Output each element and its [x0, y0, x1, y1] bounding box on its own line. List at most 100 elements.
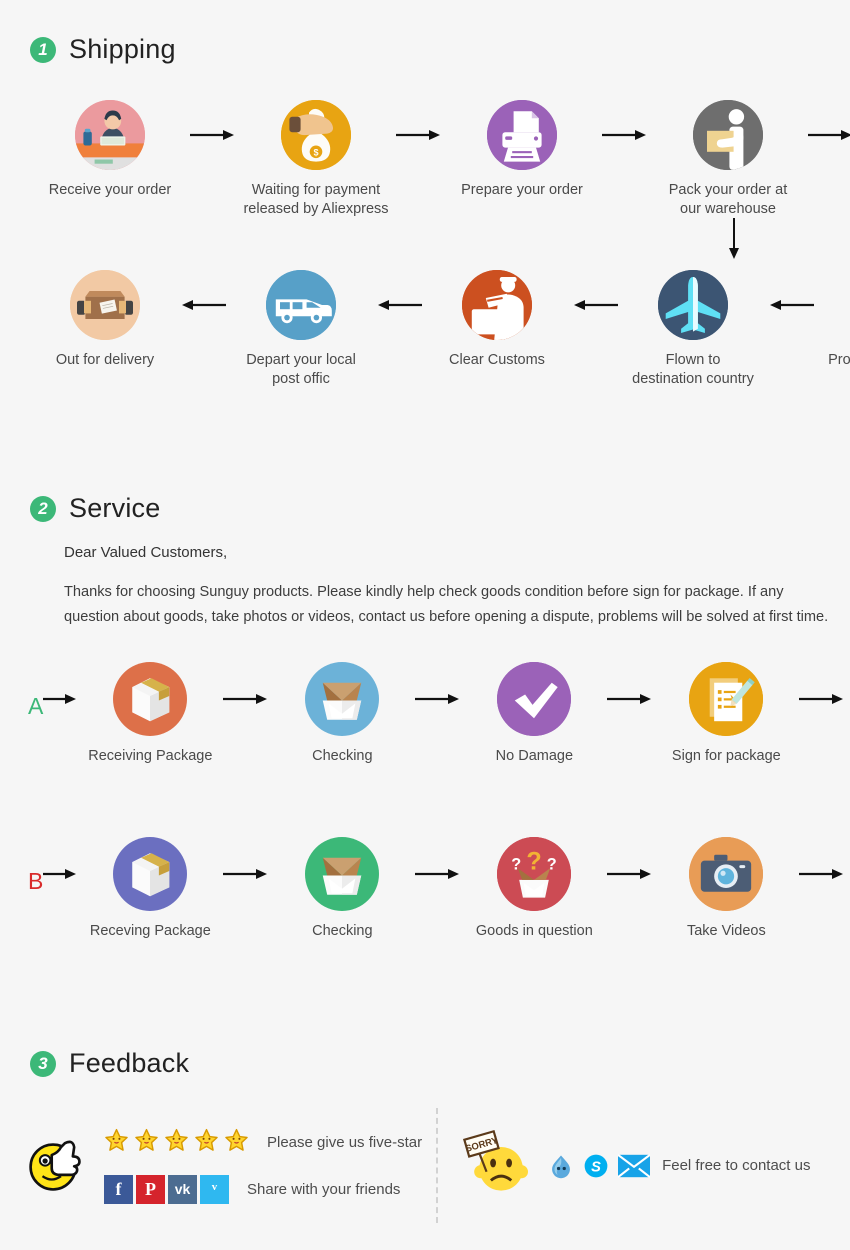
star-icon[interactable] — [134, 1128, 159, 1158]
svg-text:?: ? — [512, 856, 522, 874]
pinterest-share-icon[interactable]: P — [136, 1174, 165, 1204]
vk-share-icon[interactable]: vk — [168, 1174, 197, 1204]
star-rating[interactable] — [104, 1128, 249, 1158]
section-number-badge: 3 — [30, 1050, 56, 1077]
flow-arrow-right — [43, 837, 77, 911]
camera-icon — [689, 837, 764, 911]
flow-step-label: No Damage — [495, 748, 574, 764]
flow-step: No Damage — [461, 662, 607, 766]
flow-arrow-right — [223, 662, 269, 736]
product-description-page: 1 Shipping Receive your order $ Waiting … — [0, 0, 850, 1250]
open-parcel-icon — [70, 270, 140, 340]
page-title-shipping: Shipping — [69, 34, 176, 64]
feedback-positive-block: Please give us five-star f Pvk ᵛ Share wit… — [24, 1128, 422, 1204]
flow-arrow-right — [799, 837, 845, 911]
service-salutation: Dear Valued Customers, — [64, 544, 228, 561]
flow-row-letter: B — [28, 867, 44, 894]
flow-step: Out for delivery — [30, 270, 180, 370]
flow-step: Receive your order — [30, 100, 190, 200]
hand-money-bag-icon: $ — [281, 100, 351, 170]
winking-thumbs-up-emoji-icon — [24, 1130, 90, 1201]
signed-document-icon — [689, 662, 764, 736]
svg-text:?: ? — [547, 856, 557, 874]
page-title-service: Service — [69, 493, 161, 523]
flow-arrow-left — [572, 270, 618, 340]
printer-icon — [487, 100, 557, 170]
contact-icons[interactable]: S — [548, 1153, 651, 1179]
flow-step: ? ? ? Goods in question — [461, 837, 607, 941]
feedback-divider — [436, 1108, 439, 1223]
customs-officer-icon — [462, 270, 532, 340]
feedback-contact-block: SORRY S Feel free to contact us — [456, 1125, 811, 1206]
service-note-text: Thanks for choosing Sunguy products. Ple… — [64, 584, 829, 625]
packing-worker-icon — [693, 100, 763, 170]
flow-arrow-right — [602, 100, 648, 170]
open-box-icon — [305, 837, 380, 911]
flow-step-label: Sign for package — [671, 748, 781, 764]
flow-step-label: Prepare your order — [461, 182, 583, 198]
flow-arrow-left — [768, 270, 814, 340]
page-title-feedback: Feedback — [69, 1048, 190, 1078]
aliwangwang-icon[interactable] — [548, 1153, 574, 1179]
flow-step-label: Pack your order at our warehouse — [668, 182, 788, 217]
shipping-flow-row-1: Receive your order $ Waiting for payment… — [30, 100, 850, 219]
flow-step: Checking — [269, 662, 415, 766]
svg-text:?: ? — [527, 848, 542, 876]
twitter-share-icon[interactable]: ᵛ — [200, 1174, 229, 1204]
facebook-share-icon[interactable]: f — [104, 1174, 133, 1204]
flow-step-label: Waiting for payment released by Aliexpre… — [243, 182, 389, 217]
section-number-badge: 1 — [30, 36, 56, 63]
flow-step-label: Checking — [312, 923, 373, 939]
flow-step-label: Confirm the delivery — [845, 747, 850, 766]
flow-arrow-right — [607, 837, 653, 911]
flow-step: Receving Package — [77, 837, 223, 941]
flow-arrow-left — [180, 270, 226, 340]
sealed-box-icon — [113, 662, 188, 736]
flow-arrow-right — [223, 837, 269, 911]
flow-step: Flown to destination country — [618, 270, 768, 389]
flow-step: Receiving Package — [77, 662, 223, 766]
sorry-sad-emoji-icon: SORRY — [456, 1125, 536, 1206]
flow-row-letter: A — [28, 692, 44, 719]
flow-arrow-right — [607, 662, 653, 736]
flow-step-label: Receive your order — [48, 182, 172, 198]
feedback-positive-lines: Please give us five-star f Pvk ᵛ Share wit… — [104, 1128, 422, 1204]
flow-step: Clear Customs — [422, 270, 572, 370]
flow-arrow-right — [808, 100, 850, 170]
section-number-badge: 2 — [30, 495, 56, 522]
flow-step-label: Take Videos — [686, 923, 766, 939]
email-icon[interactable] — [618, 1153, 651, 1178]
flow-arrow-right — [396, 100, 442, 170]
star-icon[interactable] — [104, 1128, 129, 1158]
flow-arrow-right — [415, 837, 461, 911]
service-section-header: 2 Service — [30, 493, 160, 524]
social-share-buttons[interactable]: f Pvk ᵛ — [104, 1174, 229, 1204]
flow-step-label: Receving Package — [89, 923, 211, 939]
flow-step: $ $Confirm problem, refund money — [845, 837, 850, 960]
svg-text:S: S — [591, 1159, 601, 1175]
flow-arrow-left — [376, 270, 422, 340]
star-icon[interactable] — [224, 1128, 249, 1158]
flow-arrow-right — [190, 100, 236, 170]
sealed-box-icon — [113, 837, 188, 911]
rating-line: Please give us five-star — [104, 1128, 422, 1158]
flow-step: Take Videos — [653, 837, 799, 941]
flow-step: $ Waiting for payment released by Aliexp… — [236, 100, 396, 219]
star-icon[interactable] — [164, 1128, 189, 1158]
flow-step-label: Depart your local post offic — [246, 352, 356, 387]
svg-text:$: $ — [313, 147, 318, 157]
service-flow-row-a: A Receiving Package Checking No Damage S… — [28, 662, 844, 766]
flow-step: Depart your local post offic — [226, 270, 376, 389]
flow-step-label: Out for delivery — [55, 352, 155, 368]
shipping-flow-row-2: Out for delivery Depart your local post … — [30, 270, 850, 389]
shipping-section-header: 1 Shipping — [30, 34, 176, 65]
flow-step-label: Processed through sort facility — [828, 352, 850, 368]
check-mark-icon — [497, 662, 572, 736]
star-icon[interactable] — [194, 1128, 219, 1158]
flow-step-label: Goods in question — [475, 923, 593, 939]
share-line: f Pvk ᵛ Share with your friends — [104, 1174, 422, 1204]
flow-step: Pack your order at our warehouse — [648, 100, 808, 219]
rating-text: Please give us five-star — [267, 1134, 423, 1151]
skype-icon[interactable]: S — [583, 1153, 609, 1179]
share-text: Share with your friends — [247, 1180, 401, 1198]
